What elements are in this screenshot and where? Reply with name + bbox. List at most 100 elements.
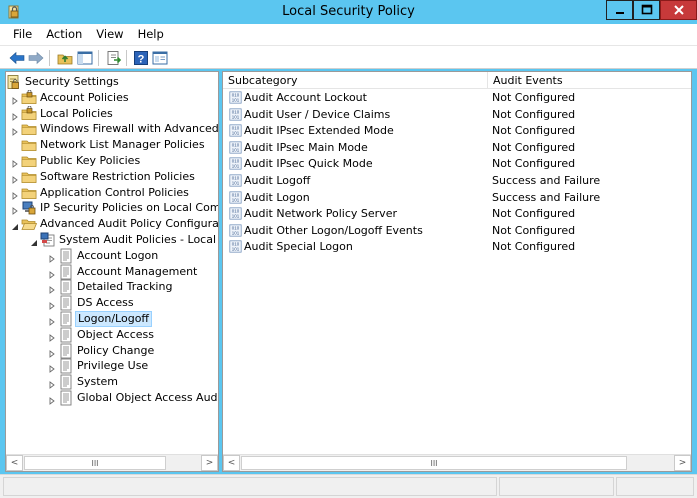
tree-pane[interactable]: Security Settings Account Policies Local P… xyxy=(5,71,219,472)
tree-horizontal-scrollbar[interactable]: < III > xyxy=(6,454,218,471)
tree-item-account-management[interactable]: Account Management xyxy=(6,264,218,280)
tree-item-level1[interactable]: Windows Firewall with Advanced Secu xyxy=(6,121,218,137)
toolbar-separator xyxy=(98,50,99,66)
scroll-right-button[interactable]: > xyxy=(201,455,218,471)
menu-help[interactable]: Help xyxy=(131,24,171,45)
list-row[interactable]: 010 101 Audit Special Logon Not Configured xyxy=(223,239,691,256)
properties-button[interactable] xyxy=(151,49,169,66)
expand-toggle[interactable] xyxy=(11,94,19,105)
list-row[interactable]: 010 101 Audit Logon Success and Failure xyxy=(223,190,691,207)
tree-item-global-object-access-auditing[interactable]: Global Object Access Auditing xyxy=(6,390,218,406)
expand-toggle[interactable] xyxy=(11,173,19,184)
tree-item-system-audit-policies[interactable]: System Audit Policies - Local Grou xyxy=(6,232,218,248)
list-row[interactable]: 010 101 Audit User / Device Claims Not Conf… xyxy=(223,107,691,124)
tree-item-privilege-use[interactable]: Privilege Use xyxy=(6,358,218,374)
audit-policy-icon xyxy=(58,390,74,406)
audit-policy-icon xyxy=(58,264,74,280)
tree-item-detailed-tracking[interactable]: Detailed Tracking xyxy=(6,279,218,295)
expand-toggle[interactable] xyxy=(11,125,19,137)
maximize-button[interactable] xyxy=(633,0,660,20)
tree-item-level1[interactable]: Account Policies xyxy=(6,89,218,106)
tree-item-account-logon[interactable]: Account Logon xyxy=(6,248,218,264)
list-row[interactable]: 010 101 Audit Other Logon/Logoff Events Not… xyxy=(223,223,691,240)
close-button[interactable] xyxy=(660,0,697,20)
expand-toggle[interactable] xyxy=(48,315,56,326)
tree-item-level1[interactable]: Public Key Policies xyxy=(6,153,218,169)
help-button[interactable]: ? xyxy=(132,49,150,66)
list-horizontal-scrollbar[interactable]: < III > xyxy=(223,454,691,471)
menu-bar: File Action View Help xyxy=(0,24,697,45)
subcategory-cell: Audit Logon xyxy=(244,190,310,204)
security-settings-icon xyxy=(6,74,22,90)
expand-toggle[interactable] xyxy=(11,110,19,121)
expand-arrow-icon xyxy=(49,349,55,358)
expand-toggle[interactable] xyxy=(48,268,56,279)
expand-toggle[interactable] xyxy=(48,378,56,390)
tree-item-logon-logoff[interactable]: Logon/Logoff xyxy=(6,311,218,327)
tree-item-system[interactable]: System xyxy=(6,374,218,390)
audit-setting-icon: 010101 xyxy=(229,157,242,170)
tree-item-ds-access[interactable]: DS Access xyxy=(6,295,218,311)
audit-setting-icon: 010101 xyxy=(229,224,242,237)
tree-item-level1[interactable]: Network List Manager Policies xyxy=(6,137,218,153)
expand-toggle[interactable] xyxy=(48,252,56,263)
tree-item-label: Software Restriction Policies xyxy=(40,169,195,183)
expand-toggle[interactable] xyxy=(11,189,19,200)
collapse-toggle[interactable] xyxy=(11,220,19,231)
scroll-left-button[interactable]: < xyxy=(223,455,240,471)
folder-open-icon xyxy=(21,219,38,231)
scroll-thumb[interactable]: III xyxy=(241,456,627,470)
expand-toggle[interactable] xyxy=(11,204,19,216)
audit-policy-icon xyxy=(58,311,74,327)
scroll-right-button[interactable]: > xyxy=(674,455,691,471)
show-hide-tree-button[interactable] xyxy=(76,49,94,66)
tree-item-level1[interactable]: Local Policies xyxy=(6,105,218,122)
status-cell-2 xyxy=(499,477,614,496)
tree-item-level1[interactable]: Software Restriction Policies xyxy=(6,169,218,185)
minimize-button[interactable] xyxy=(606,0,633,20)
list-row[interactable]: 010 101 Audit IPsec Extended Mode Not Confi… xyxy=(223,123,691,140)
folder-icon xyxy=(21,185,37,201)
tree-item-object-access[interactable]: Object Access xyxy=(6,327,218,343)
menu-action[interactable]: Action xyxy=(39,24,89,45)
tree-item-level1[interactable]: IP Security Policies on Local Compute xyxy=(6,200,218,216)
expand-toggle[interactable] xyxy=(48,362,56,374)
expand-toggle[interactable] xyxy=(48,347,56,358)
collapse-toggle[interactable] xyxy=(30,236,38,246)
expand-arrow-icon xyxy=(49,397,55,405)
title-bar[interactable]: Local Security Policy xyxy=(0,0,697,24)
audit-setting-icon: 010101 xyxy=(229,207,242,220)
svg-text:101: 101 xyxy=(232,114,240,119)
column-header-audit-events[interactable]: Audit Events xyxy=(488,72,691,89)
export-list-button[interactable] xyxy=(105,49,123,66)
scroll-left-button[interactable]: < xyxy=(6,455,23,471)
back-icon xyxy=(9,51,25,64)
list-row[interactable]: 010 101 Audit Account Lockout Not Configure… xyxy=(223,90,691,107)
tree-item-policy-change[interactable]: Policy Change xyxy=(6,343,218,359)
list-row[interactable]: 010 101 Audit Logoff Success and Failure xyxy=(223,173,691,190)
audit-setting-icon: 010101 xyxy=(229,191,242,204)
list-row[interactable]: 010 101 Audit IPsec Main Mode Not Configure… xyxy=(223,140,691,157)
list-row[interactable]: 010 101 Audit IPsec Quick Mode Not Configur… xyxy=(223,156,691,173)
tree-item-label: Advanced Audit Policy Configuration xyxy=(40,217,219,231)
list-pane[interactable]: Subcategory Audit Events 010 101 Audit Acc… xyxy=(222,71,692,472)
column-header-subcategory[interactable]: Subcategory xyxy=(223,72,488,89)
list-row[interactable]: 010 101 Audit Network Policy Server Not Con… xyxy=(223,206,691,223)
tree-item-security-settings[interactable]: Security Settings xyxy=(6,74,218,90)
menu-file[interactable]: File xyxy=(6,24,39,45)
back-button[interactable] xyxy=(8,49,26,66)
expand-toggle[interactable] xyxy=(48,331,56,342)
expand-toggle[interactable] xyxy=(48,283,56,295)
expand-toggle[interactable] xyxy=(48,299,56,311)
expand-toggle[interactable] xyxy=(11,157,19,168)
folder-open-icon xyxy=(21,216,38,232)
tree-item-level1[interactable]: Advanced Audit Policy Configuration xyxy=(6,216,218,232)
up-one-level-button[interactable] xyxy=(56,49,74,66)
tree-item-level1[interactable]: Application Control Policies xyxy=(6,185,218,201)
audit-setting-icon: 010101 xyxy=(229,240,242,253)
expand-toggle[interactable] xyxy=(48,394,56,405)
forward-button[interactable] xyxy=(27,49,45,66)
menu-view[interactable]: View xyxy=(89,24,130,45)
scroll-thumb[interactable]: III xyxy=(24,456,166,470)
tree-item-label: System Audit Policies - Local Grou xyxy=(59,233,218,246)
